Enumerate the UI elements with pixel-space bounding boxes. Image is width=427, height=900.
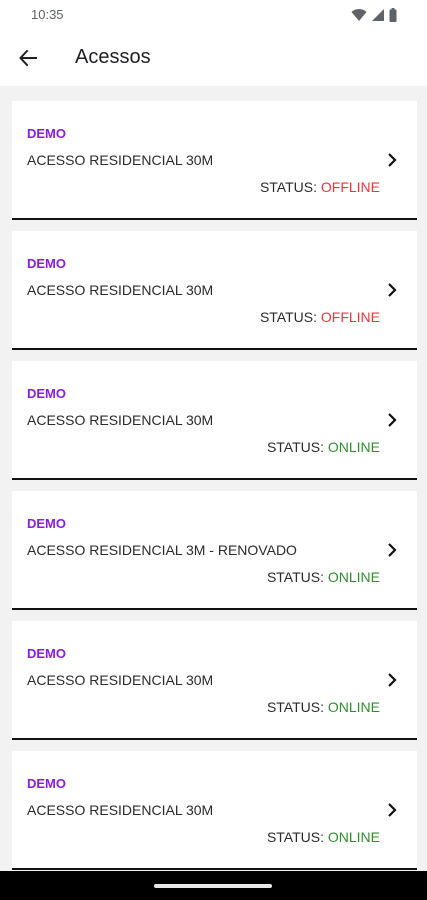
chevron-right-icon [388,673,397,687]
access-plan: ACESSO RESIDENCIAL 3M - RENOVADO [27,542,297,558]
status-icons [351,7,397,23]
status-label: STATUS: [266,439,328,455]
access-name: DEMO [27,256,66,271]
access-status: STATUS: OFFLINE [260,309,380,325]
access-plan: ACESSO RESIDENCIAL 30M [27,802,214,818]
access-status: STATUS: ONLINE [267,439,380,455]
access-status: STATUS: ONLINE [267,699,380,715]
battery-icon [389,8,397,22]
access-name: DEMO [27,126,66,141]
access-name: DEMO [27,776,66,791]
status-value: ONLINE [327,439,380,455]
access-plan: ACESSO RESIDENCIAL 30M [27,152,214,168]
status-label: STATUS: [266,699,328,715]
arrow-left-icon [19,49,37,67]
app-bar: Acessos [0,30,427,86]
status-label: STATUS: [266,569,328,585]
chevron-right-icon [388,803,397,817]
status-label: STATUS: [259,179,321,195]
access-plan: ACESSO RESIDENCIAL 30M [27,282,214,298]
access-card[interactable]: DEMO ACESSO RESIDENCIAL 30M STATUS: ONLINE [12,751,417,870]
status-value: OFFLINE [320,309,380,325]
chevron-right-icon [388,413,397,427]
access-name: DEMO [27,646,66,661]
access-list: DEMO ACESSO RESIDENCIAL 30M STATUS: OFFLIN… [12,101,417,881]
back-button[interactable] [14,44,42,72]
status-value: ONLINE [327,699,380,715]
status-value: OFFLINE [320,179,380,195]
home-indicator[interactable] [154,884,272,888]
status-value: ONLINE [327,569,380,585]
status-time: 10:35 [31,7,64,22]
access-status: STATUS: ONLINE [267,569,380,585]
chevron-right-icon [388,153,397,167]
access-name: DEMO [27,386,66,401]
access-status: STATUS: OFFLINE [260,179,380,195]
access-card[interactable]: DEMO ACESSO RESIDENCIAL 30M STATUS: OFFLIN… [12,231,417,350]
access-card[interactable]: DEMO ACESSO RESIDENCIAL 30M STATUS: ONLINE [12,361,417,480]
page-title: Acessos [75,46,151,68]
system-nav-bar [0,871,427,900]
status-value: ONLINE [327,829,380,845]
access-card[interactable]: DEMO ACESSO RESIDENCIAL 30M STATUS: ONLINE [12,621,417,740]
status-label: STATUS: [259,309,321,325]
access-plan: ACESSO RESIDENCIAL 30M [27,412,214,428]
access-card[interactable]: DEMO ACESSO RESIDENCIAL 30M STATUS: OFFLIN… [12,101,417,220]
status-bar: 10:35 [0,0,427,30]
wifi-icon [351,9,367,21]
access-card[interactable]: DEMO ACESSO RESIDENCIAL 3M - RENOVADO STAT… [12,491,417,610]
chevron-right-icon [388,283,397,297]
access-name: DEMO [27,516,66,531]
chevron-right-icon [388,543,397,557]
signal-icon [372,9,384,21]
status-label: STATUS: [266,829,328,845]
access-status: STATUS: ONLINE [267,829,380,845]
access-plan: ACESSO RESIDENCIAL 30M [27,672,214,688]
